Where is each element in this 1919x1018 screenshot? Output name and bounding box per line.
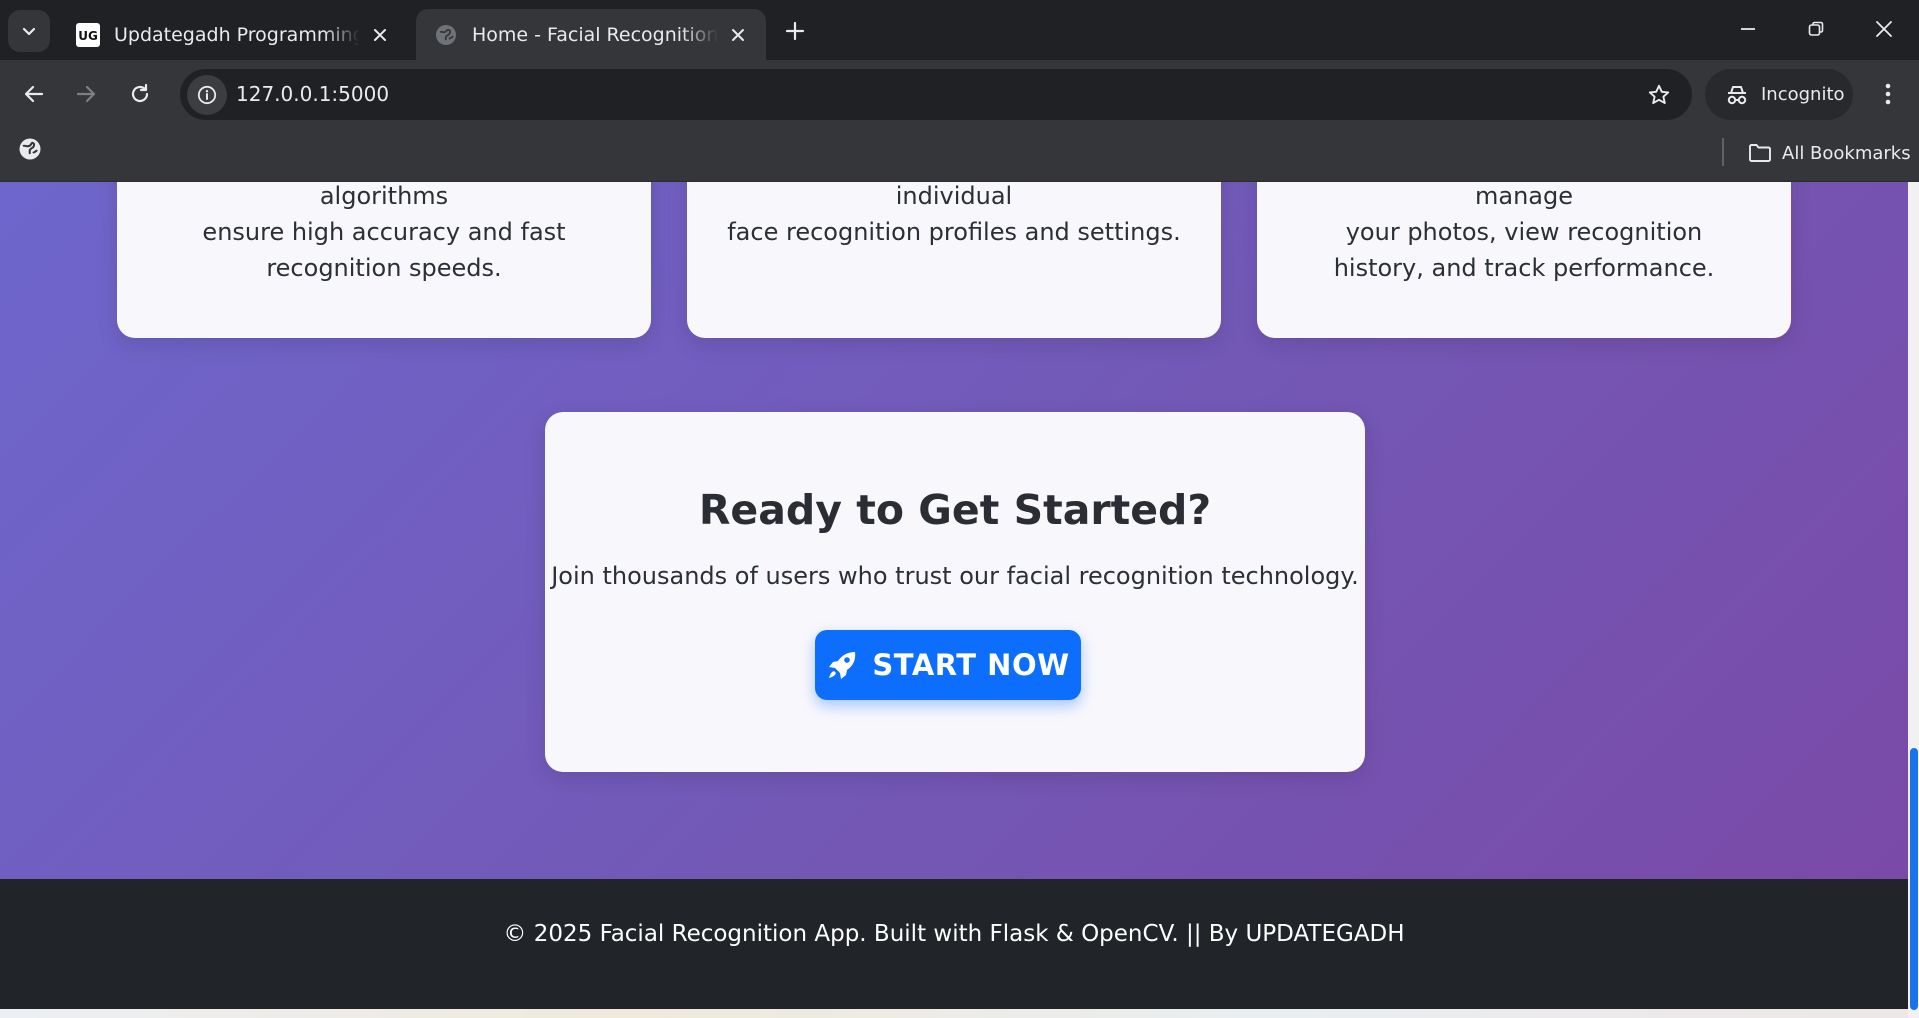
all-bookmarks-button[interactable]: All Bookmarks — [1748, 138, 1911, 168]
rocket-icon — [829, 652, 856, 679]
ug-logo-icon: UG — [76, 22, 100, 47]
browser-toolbar: 127.0.0.1:5000 Incognito — [0, 60, 1919, 128]
footer-text: © 2025 Facial Recognition App. Built wit… — [503, 921, 1405, 947]
svg-text:UG: UG — [78, 29, 98, 43]
reload-button[interactable] — [118, 72, 162, 116]
bookmarks-bar: All Bookmarks — [0, 128, 1919, 182]
bookmark-star-icon[interactable] — [1644, 80, 1674, 110]
feature-card-dashboard: Comprehensive dashboard to manage your p… — [1257, 182, 1791, 338]
folder-icon — [1749, 144, 1771, 162]
feature-description: Advanced machine learning algorithms ens… — [157, 182, 611, 286]
cta-heading: Ready to Get Started? — [698, 486, 1212, 534]
arrow-left-icon — [24, 85, 44, 103]
tab-search-button[interactable] — [8, 10, 50, 52]
page-bottom-strip — [0, 1009, 1908, 1018]
close-tab-icon[interactable] — [726, 23, 750, 47]
cta-subtext: Join thousands of users who trust our fa… — [551, 562, 1359, 590]
tab-strip: UG Updategadh Programming - Updategadh H… — [0, 0, 1919, 60]
more-vertical-icon — [1885, 83, 1891, 105]
all-bookmarks-label: All Bookmarks — [1782, 142, 1911, 164]
incognito-profile-button[interactable]: Incognito — [1705, 69, 1853, 120]
close-window-button[interactable] — [1850, 0, 1918, 58]
page-scrollbar[interactable] — [1908, 182, 1919, 1018]
feature-card-accuracy: Advanced machine learning algorithms ens… — [117, 182, 651, 338]
bookmarks-separator — [1722, 138, 1724, 166]
url-text[interactable]: 127.0.0.1:5000 — [236, 69, 389, 120]
scrollbar-thumb[interactable] — [1910, 748, 1918, 1010]
feature-description: Comprehensive dashboard to manage your p… — [1297, 182, 1751, 286]
globe-icon[interactable] — [18, 137, 42, 165]
tab-updategadh[interactable]: UG Updategadh Programming - Updategadh — [58, 9, 408, 60]
plus-icon — [785, 21, 805, 41]
page-footer: © 2025 Facial Recognition App. Built wit… — [0, 879, 1908, 1009]
minimize-button[interactable] — [1714, 0, 1782, 58]
close-tab-icon[interactable] — [368, 23, 392, 47]
back-button[interactable] — [12, 72, 56, 116]
close-icon — [1876, 21, 1892, 37]
feature-description: Support for multiple users with individu… — [727, 182, 1181, 250]
profile-label: Incognito — [1761, 84, 1845, 105]
feature-partial-line: Support for multiple users with individu… — [895, 182, 1013, 210]
arrow-right-icon — [76, 85, 96, 103]
restore-button[interactable] — [1782, 0, 1850, 58]
new-tab-button[interactable] — [778, 14, 812, 48]
start-now-button[interactable]: START NOW — [815, 630, 1081, 700]
hero-section: Advanced machine learning algorithms ens… — [0, 182, 1908, 879]
reload-icon — [131, 83, 149, 103]
feature-partial-line: Advanced machine learning algorithms — [319, 182, 449, 210]
browser-menu-button[interactable] — [1868, 74, 1908, 114]
feature-partial-line: Comprehensive dashboard to manage — [1474, 182, 1573, 210]
minimize-icon — [1741, 28, 1755, 30]
address-bar[interactable]: 127.0.0.1:5000 — [180, 69, 1692, 120]
restore-icon — [1808, 21, 1824, 36]
start-now-label: START NOW — [872, 648, 1070, 682]
cta-card: Ready to Get Started? Join thousands of … — [545, 412, 1365, 772]
incognito-icon — [1727, 85, 1747, 104]
tab-title: Updategadh Programming - Updategadh — [114, 23, 360, 46]
page-viewport: Advanced machine learning algorithms ens… — [0, 182, 1919, 1018]
forward-button[interactable] — [64, 72, 108, 116]
globe-icon — [434, 23, 458, 47]
chevron-down-icon — [22, 27, 36, 36]
site-info-icon[interactable] — [187, 75, 227, 115]
tab-title: Home - Facial Recognition App — [472, 23, 718, 46]
feature-card-multi-user: Support for multiple users with individu… — [687, 182, 1221, 338]
tab-facial-recognition[interactable]: Home - Facial Recognition App — [416, 9, 766, 60]
